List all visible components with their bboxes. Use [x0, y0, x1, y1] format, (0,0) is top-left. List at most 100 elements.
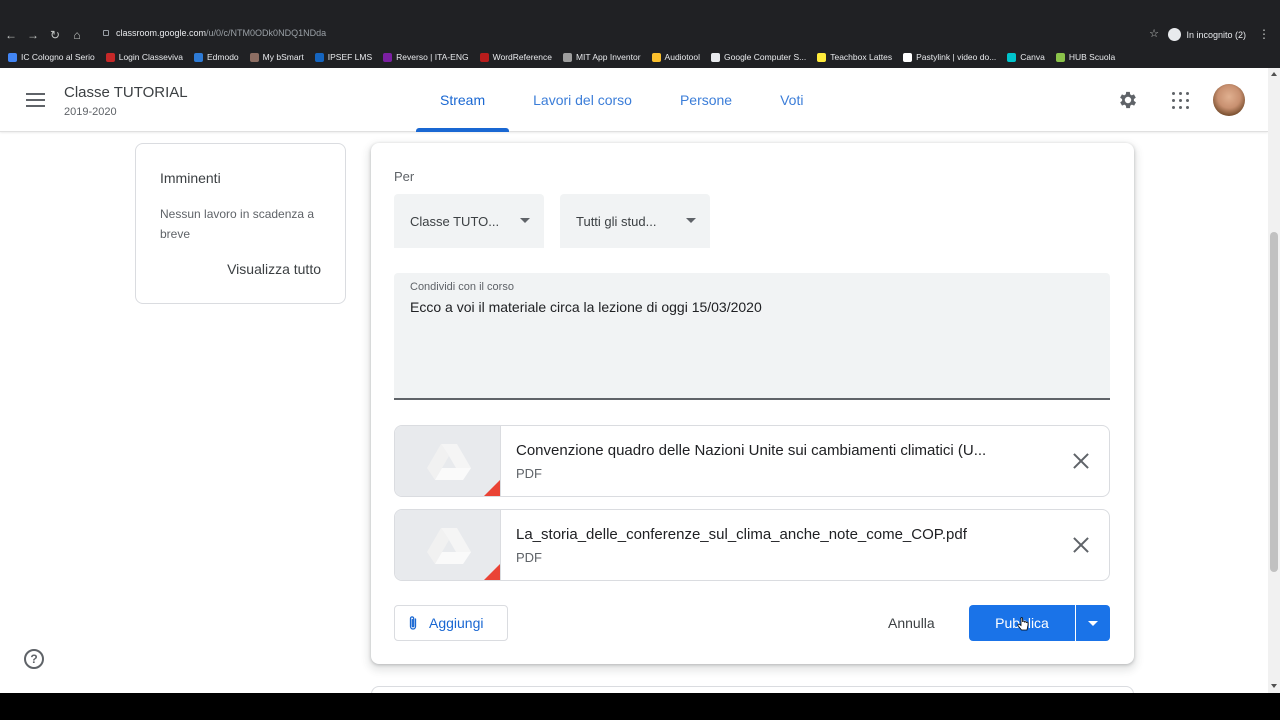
bookmark-label: Login Classeviva: [118, 52, 183, 62]
share-label: Condividi con il corso: [410, 281, 514, 293]
bookmark-item[interactable]: MIT App Inventor: [562, 52, 641, 62]
bookmark-favicon-icon: [903, 52, 913, 62]
class-title[interactable]: Classe TUTORIAL: [64, 84, 188, 101]
reload-icon[interactable]: ↻: [44, 24, 66, 46]
bookmark-item[interactable]: My bSmart: [249, 52, 304, 62]
cancel-button[interactable]: Annulla: [888, 615, 935, 631]
main-menu-icon[interactable]: [26, 93, 45, 111]
classroom-page: Classe TUTORIAL 2019-2020 Stream Lavori …: [0, 68, 1268, 693]
bookmark-favicon-icon: [314, 52, 324, 62]
view-all-link[interactable]: Visualizza tutto: [227, 261, 321, 277]
bookmark-item[interactable]: Teachbox Lattes: [817, 52, 892, 62]
bookmark-favicon-icon: [479, 52, 489, 62]
bookmark-label: Audiotool: [664, 52, 700, 62]
google-apps-icon[interactable]: [1172, 92, 1189, 109]
forward-icon[interactable]: →: [22, 24, 44, 46]
add-attachment-button[interactable]: Aggiungi: [394, 605, 508, 641]
class-tabs: Stream Lavori del corso Persone Voti: [416, 68, 827, 132]
share-textarea[interactable]: Condividi con il corso Ecco a voi il mat…: [394, 273, 1110, 400]
bookmark-item[interactable]: Login Classeviva: [105, 52, 183, 62]
bookmark-label: Canva: [1020, 52, 1045, 62]
bookmark-favicon-icon: [383, 52, 393, 62]
bookmark-label: MIT App Inventor: [575, 52, 641, 62]
hand-cursor-icon: [1017, 617, 1029, 631]
back-icon[interactable]: ←: [0, 24, 22, 46]
attachment-item[interactable]: La_storia_delle_conferenze_sul_clima_anc…: [394, 509, 1110, 581]
tab-stream[interactable]: Stream: [416, 68, 510, 132]
bookmark-item[interactable]: Edmodo: [193, 52, 239, 62]
bookmark-star-icon[interactable]: ☆: [1149, 27, 1159, 40]
pdf-corner-icon: [484, 564, 500, 580]
remove-attachment-close-icon[interactable]: [1073, 453, 1089, 469]
publish-options-button[interactable]: [1076, 605, 1110, 641]
class-select[interactable]: Classe TUTO...: [394, 194, 544, 248]
tab-voti[interactable]: Voti: [756, 68, 827, 132]
scroll-up-icon[interactable]: [1271, 72, 1277, 76]
bookmark-favicon-icon: [8, 52, 17, 62]
bookmark-label: Teachbox Lattes: [830, 52, 893, 62]
bookmark-label: Edmodo: [206, 52, 239, 62]
settings-gear-icon[interactable]: [1117, 89, 1139, 111]
incognito-label: In incognito (2): [1186, 29, 1246, 40]
upcoming-message: Nessun lavoro in scadenza a breve: [160, 207, 315, 241]
browser-menu-icon[interactable]: ⋮: [1258, 27, 1270, 41]
chevron-down-icon: [686, 218, 696, 223]
lock-icon: [103, 30, 109, 36]
scroll-down-icon[interactable]: [1271, 684, 1277, 688]
address-bar-row: ← → ↻ ⌂ classroom.google.com/u/0/c/NTM0O…: [0, 24, 1280, 46]
page-scrollbar[interactable]: [1268, 68, 1280, 693]
drive-icon: [427, 444, 471, 480]
scrollbar-thumb[interactable]: [1270, 232, 1278, 572]
remove-attachment-close-icon[interactable]: [1073, 537, 1089, 553]
attachment-type: PDF: [516, 550, 542, 565]
help-icon[interactable]: ?: [24, 649, 44, 669]
bookmark-item[interactable]: Google Computer S...: [711, 52, 806, 62]
tab-persone[interactable]: Persone: [656, 68, 756, 132]
bookmark-item[interactable]: IPSEF LMS: [314, 52, 373, 62]
attachment-thumbnail: [395, 426, 501, 496]
bookmark-item[interactable]: HUB Scuola: [1055, 52, 1116, 62]
announcement-composer: Per Classe TUTO... Tutti gli stud... Con…: [371, 143, 1134, 664]
bookmark-item[interactable]: Pastylink | video do...: [903, 52, 996, 62]
bookmark-favicon-icon: [1007, 52, 1017, 62]
bookmark-item[interactable]: Canva: [1007, 52, 1045, 62]
bookmark-favicon-icon: [193, 52, 203, 62]
stream-post-card: [371, 686, 1134, 693]
home-icon[interactable]: ⌂: [66, 24, 88, 46]
class-year: 2019-2020: [64, 106, 117, 118]
add-attachment-label: Aggiungi: [429, 615, 484, 631]
bookmark-label: HUB Scuola: [1068, 52, 1116, 62]
bookmark-item[interactable]: WordReference: [479, 52, 552, 62]
paperclip-icon: [409, 616, 417, 630]
attachment-title: Convenzione quadro delle Nazioni Unite s…: [516, 442, 987, 459]
bookmark-favicon-icon: [651, 52, 661, 62]
bookmark-label: My bSmart: [262, 52, 304, 62]
class-select-value: Classe TUTO...: [410, 213, 500, 229]
bookmark-label: Pastylink | video do...: [916, 52, 997, 62]
chevron-down-icon: [1088, 621, 1098, 626]
tab-lavori-del-corso[interactable]: Lavori del corso: [509, 68, 656, 132]
share-text[interactable]: Ecco a voi il materiale circa la lezione…: [410, 299, 762, 315]
bookmark-label: Reverso | ITA-ENG: [396, 52, 469, 62]
pdf-corner-icon: [484, 480, 500, 496]
bookmark-favicon-icon: [711, 52, 720, 62]
attachment-item[interactable]: Convenzione quadro delle Nazioni Unite s…: [394, 425, 1110, 497]
upcoming-card: Imminenti Nessun lavoro in scadenza a br…: [135, 143, 346, 304]
drive-icon: [427, 528, 471, 564]
bookmark-label: Google Computer S...: [724, 52, 807, 62]
bookmark-item[interactable]: IC Cologno al Serio: [8, 52, 95, 62]
students-select[interactable]: Tutti gli stud...: [560, 194, 710, 248]
bookmark-label: IPSEF LMS: [327, 52, 373, 62]
url-bar[interactable]: classroom.google.com/u/0/c/NTM0ODk0NDQ1N…: [116, 28, 326, 38]
attachment-thumbnail: [395, 510, 501, 580]
url-path: /u/0/c/NTM0ODk0NDQ1NDda: [206, 28, 327, 38]
bookmark-favicon-icon: [1055, 52, 1065, 62]
bookmark-favicon-icon: [817, 52, 827, 62]
bookmark-item[interactable]: Reverso | ITA-ENG: [383, 52, 469, 62]
incognito-indicator[interactable]: In incognito (2): [1168, 28, 1246, 41]
bookmarks-bar: IC Cologno al Serio Login Classeviva Edmod…: [0, 46, 1280, 68]
top-app-bar: Classe TUTORIAL 2019-2020 Stream Lavori …: [0, 68, 1268, 132]
upcoming-title: Imminenti: [160, 170, 221, 186]
user-avatar[interactable]: [1213, 84, 1245, 116]
bookmark-item[interactable]: Audiotool: [651, 52, 700, 62]
